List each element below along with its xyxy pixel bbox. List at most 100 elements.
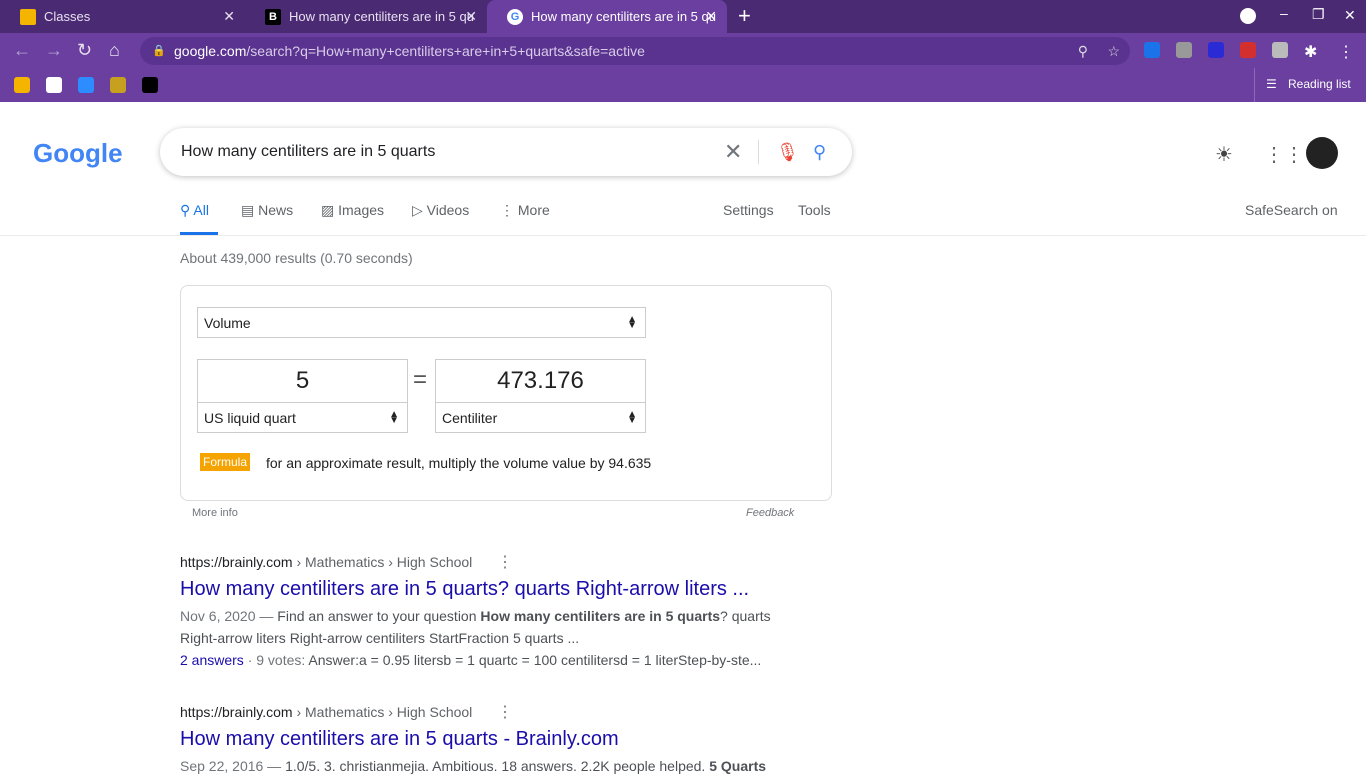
to-value-input[interactable]: 473.176 bbox=[435, 359, 646, 403]
tab-title: How many centiliters are in 5 qu bbox=[531, 9, 716, 24]
equals-sign: = bbox=[413, 366, 428, 393]
google-logo[interactable]: Google bbox=[33, 138, 123, 169]
avatar[interactable] bbox=[1306, 137, 1338, 169]
snippet-text: ? quarts bbox=[720, 608, 771, 624]
tab-label: News bbox=[258, 202, 294, 218]
result-site: https://brainly.com bbox=[180, 704, 293, 720]
gmail-bookmark-icon[interactable] bbox=[46, 77, 62, 93]
result-snippet: Sep 22, 2016 — 1.0/5. 3. christianmejia.… bbox=[180, 758, 766, 774]
adblock-icon[interactable] bbox=[1240, 42, 1256, 58]
tab-videos[interactable]: ▷ Videos bbox=[412, 202, 469, 219]
snippet-text: 1.0/5. 3. christianmejia. Ambitious. 18 … bbox=[285, 758, 710, 774]
zoom-bookmark-icon[interactable] bbox=[78, 77, 94, 93]
tab-news[interactable]: ▤ News bbox=[241, 202, 293, 219]
tab-images[interactable]: ▨ Images bbox=[321, 202, 384, 219]
brainly-icon: B bbox=[265, 8, 281, 25]
result-site: https://brainly.com bbox=[180, 554, 293, 570]
lock-icon: 🔒 bbox=[152, 45, 166, 57]
theme-icon[interactable]: ☀ bbox=[1215, 142, 1233, 167]
result-date: Nov 6, 2020 — bbox=[180, 608, 278, 624]
result-url[interactable]: https://brainly.com › Mathematics › High… bbox=[180, 704, 472, 720]
search-icon: ⚲ bbox=[180, 202, 194, 218]
tab-google[interactable]: G How many centiliters are in 5 qu ✕ bbox=[487, 0, 727, 33]
tab-label: Images bbox=[338, 202, 385, 218]
result-title-link[interactable]: How many centiliters are in 5 quarts? qu… bbox=[180, 578, 749, 601]
answers-link[interactable]: 2 answers bbox=[180, 652, 244, 668]
divider bbox=[0, 235, 1366, 236]
address-bar[interactable]: 🔒 google.com/search?q=How+many+centilite… bbox=[140, 37, 1130, 65]
s-bookmark-icon[interactable] bbox=[142, 77, 158, 93]
search-page: Google How many centiliters are in 5 qua… bbox=[0, 102, 1366, 774]
result-breadcrumb: › Mathematics › High School bbox=[292, 704, 473, 720]
new-tab-button[interactable]: + bbox=[738, 3, 751, 29]
tab-all[interactable]: ⚲ All bbox=[180, 202, 209, 219]
tab-label: More bbox=[517, 202, 550, 218]
formula-text: for an approximate result, multiply the … bbox=[266, 455, 652, 471]
url-path: /search?q=How+many+centiliters+are+in+5+… bbox=[246, 43, 645, 59]
more-icon: ⋮ bbox=[500, 202, 518, 218]
location-icon[interactable]: ⚲ bbox=[1078, 37, 1088, 65]
updown-icon: ▲ ▼ bbox=[627, 313, 637, 331]
result-date: Sep 22, 2016 — bbox=[180, 758, 286, 774]
tab-brainly[interactable]: B How many centiliters are in 5 qu ✕ bbox=[245, 0, 487, 33]
classroom-bookmark-icon[interactable] bbox=[14, 77, 30, 93]
reading-list-button[interactable]: Reading list bbox=[1288, 77, 1351, 91]
restore-button[interactable]: ❐ bbox=[1312, 6, 1325, 23]
close-tab-icon[interactable]: ✕ bbox=[465, 8, 477, 25]
star-icon[interactable]: ☆ bbox=[1107, 37, 1120, 65]
tab-title: How many centiliters are in 5 qu bbox=[289, 9, 474, 24]
close-tab-icon[interactable]: ✕ bbox=[223, 8, 235, 25]
category-select[interactable]: Volume ▲ ▼ bbox=[197, 307, 646, 338]
puzzle-icon[interactable]: ✱ bbox=[1304, 42, 1320, 61]
snippet-line: Right-arrow liters Right-arrow centilite… bbox=[180, 630, 580, 646]
tab-title: Classes bbox=[44, 9, 91, 24]
bookmark-icon[interactable] bbox=[110, 77, 126, 93]
more-options-icon[interactable]: ⋮ bbox=[497, 702, 513, 722]
from-value-input[interactable]: 5 bbox=[197, 359, 408, 403]
result-stats: About 439,000 results (0.70 seconds) bbox=[180, 250, 413, 266]
reading-list-icon: ☰ bbox=[1266, 77, 1277, 91]
from-unit-select[interactable]: US liquid quart ▲ ▼ bbox=[197, 402, 408, 433]
news-icon: ▤ bbox=[241, 202, 259, 218]
home-button[interactable]: ⌂ bbox=[109, 40, 120, 61]
forward-button[interactable]: → bbox=[45, 40, 63, 61]
reload-button[interactable]: ↻ bbox=[77, 40, 92, 61]
snippet-bold: How many centiliters are in 5 quarts bbox=[480, 608, 721, 624]
from-unit-value: US liquid quart bbox=[204, 409, 296, 426]
classroom-icon bbox=[20, 8, 36, 25]
tab-more[interactable]: ⋮ More bbox=[500, 202, 550, 219]
minimize-button[interactable]: – bbox=[1280, 5, 1288, 21]
tab-classes[interactable]: Classes ✕ bbox=[0, 0, 245, 33]
result-title-link[interactable]: How many centiliters are in 5 quarts - B… bbox=[180, 728, 619, 751]
to-unit-value: Centiliter bbox=[442, 409, 498, 426]
result-breadcrumb: › Mathematics › High School bbox=[292, 554, 473, 570]
safesearch-link[interactable]: SafeSearch on bbox=[1245, 202, 1338, 218]
back-button[interactable]: ← bbox=[13, 40, 31, 61]
result-url[interactable]: https://brainly.com › Mathematics › High… bbox=[180, 554, 472, 570]
doc-extension-icon[interactable] bbox=[1272, 42, 1288, 58]
extension-icon[interactable] bbox=[1176, 42, 1192, 58]
close-tab-icon[interactable]: ✕ bbox=[705, 8, 717, 25]
tools-link[interactable]: Tools bbox=[798, 202, 831, 218]
category-value: Volume bbox=[204, 314, 251, 331]
c-extension-icon[interactable] bbox=[1208, 42, 1224, 58]
search-input[interactable]: How many centiliters are in 5 quarts ✕ 🎙… bbox=[160, 128, 852, 176]
microphone-icon[interactable]: 🎙 bbox=[776, 128, 799, 176]
apps-icon[interactable]: ⋮⋮ bbox=[1264, 142, 1304, 167]
menu-icon[interactable]: ⋮ bbox=[1338, 42, 1354, 61]
search-icon[interactable]: ⚲ bbox=[813, 128, 826, 176]
to-unit-select[interactable]: Centiliter ▲ ▼ bbox=[435, 402, 646, 433]
clear-icon[interactable]: ✕ bbox=[724, 128, 742, 176]
video-icon: ▷ bbox=[412, 202, 427, 218]
more-options-icon[interactable]: ⋮ bbox=[497, 552, 513, 572]
tab-search-button[interactable] bbox=[1240, 8, 1256, 24]
divider bbox=[758, 140, 759, 164]
feedback-link[interactable]: Feedback bbox=[746, 507, 794, 519]
toolbar: ← → ↻ ⌂ 🔒 google.com/search?q=How+many+c… bbox=[0, 33, 1366, 68]
tab-label: Videos bbox=[426, 202, 470, 218]
close-window-button[interactable]: ✕ bbox=[1344, 7, 1356, 24]
settings-link[interactable]: Settings bbox=[723, 202, 774, 218]
snippet-text: Find an answer to your question bbox=[277, 608, 481, 624]
more-info-link[interactable]: More info bbox=[192, 507, 238, 519]
shield-extension-icon[interactable] bbox=[1144, 42, 1160, 58]
